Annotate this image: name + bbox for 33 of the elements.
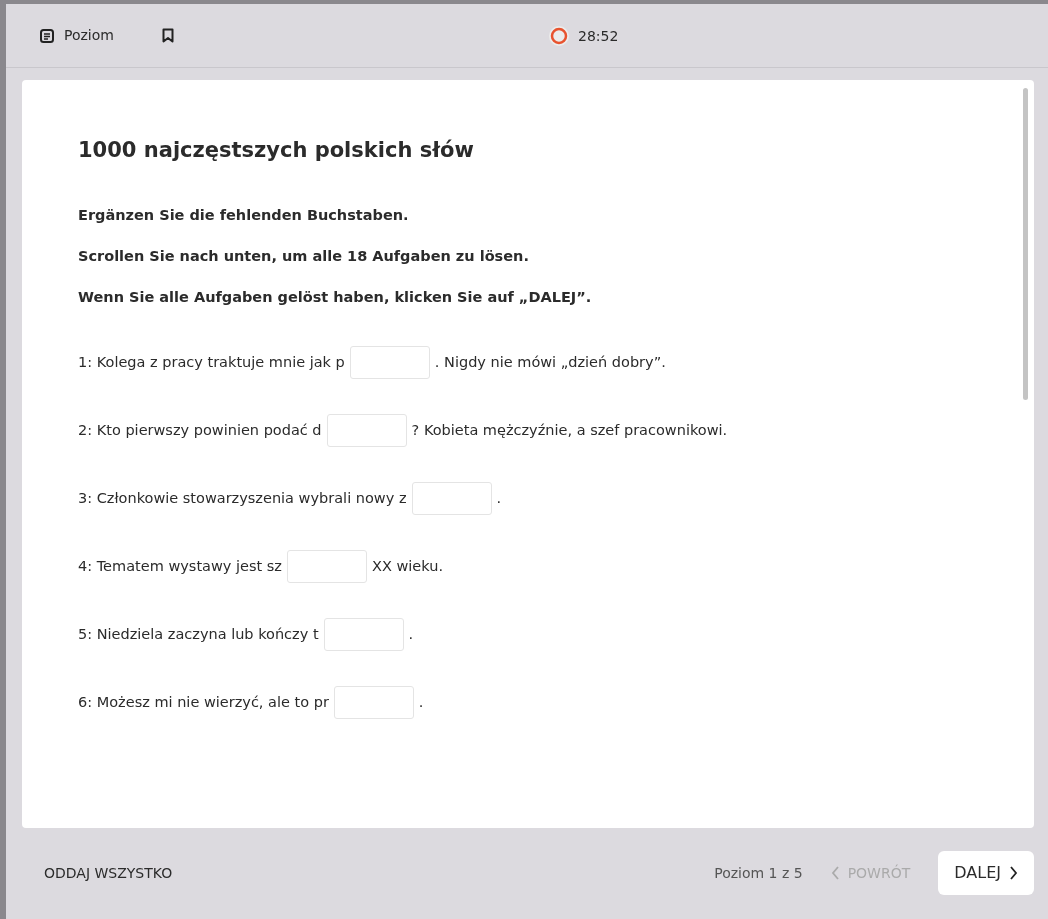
task-text: 4: Tematem wystawy jest sz	[78, 557, 282, 577]
timer-ring-icon	[548, 25, 570, 47]
instruction-text: Ergänzen Sie die fehlenden Buchstaben.	[78, 206, 410, 226]
task-text: 5: Niedziela zaczyna lub kończy t	[78, 625, 319, 645]
task-text: 3: Członkowie stowarzyszenia wybrali nowy z	[78, 489, 407, 509]
answer-field[interactable]	[411, 482, 492, 516]
exercise-title: 1000 najczęstszych polskich słów	[78, 138, 475, 164]
submit-all-button[interactable]: ODDAJ WSZYSTKO	[44, 862, 173, 884]
answer-field[interactable]	[323, 618, 404, 652]
answer-field[interactable]	[333, 686, 414, 720]
level-label[interactable]: Poziom	[64, 25, 114, 46]
task-text: .	[496, 489, 502, 509]
answer-field[interactable]	[286, 550, 367, 584]
timer-text: 28:52	[578, 26, 619, 46]
task-text: XX wieku.	[371, 557, 443, 577]
task-text: .	[418, 693, 424, 713]
next-button[interactable]: DALEJ	[938, 851, 1034, 895]
task-text: 2: Kto pierwszy powinien podać d	[78, 421, 322, 441]
chevron-right-icon	[1009, 866, 1018, 880]
instruction-text: Wenn Sie alle Aufgaben gelöst haben, klicken Sie auf „DALEJ”.	[78, 287, 593, 307]
task-text: 1: Kolega z pracy traktuje mnie jak p	[78, 353, 345, 373]
progress-text: Poziom 1 z 5	[714, 863, 803, 883]
chevron-left-icon	[830, 866, 840, 880]
scrollbar[interactable]	[1023, 88, 1028, 400]
instruction-text: Scrollen Sie nach unten, um alle 18 Aufgaben zu lösen.	[78, 246, 530, 266]
answer-field[interactable]	[326, 414, 407, 448]
task-text: . Nigdy nie mówi „dzień dobry”.	[434, 353, 666, 373]
task-text: 6: Możesz mi nie wierzyć, ale to pr	[78, 693, 329, 713]
task-text: ? Kobieta mężczyźnie, a szef pracownikowi.	[411, 421, 728, 441]
bookmark-icon[interactable]	[161, 28, 174, 43]
notes-icon	[40, 28, 54, 43]
task-text: .	[408, 625, 414, 645]
answer-field[interactable]	[349, 346, 430, 380]
